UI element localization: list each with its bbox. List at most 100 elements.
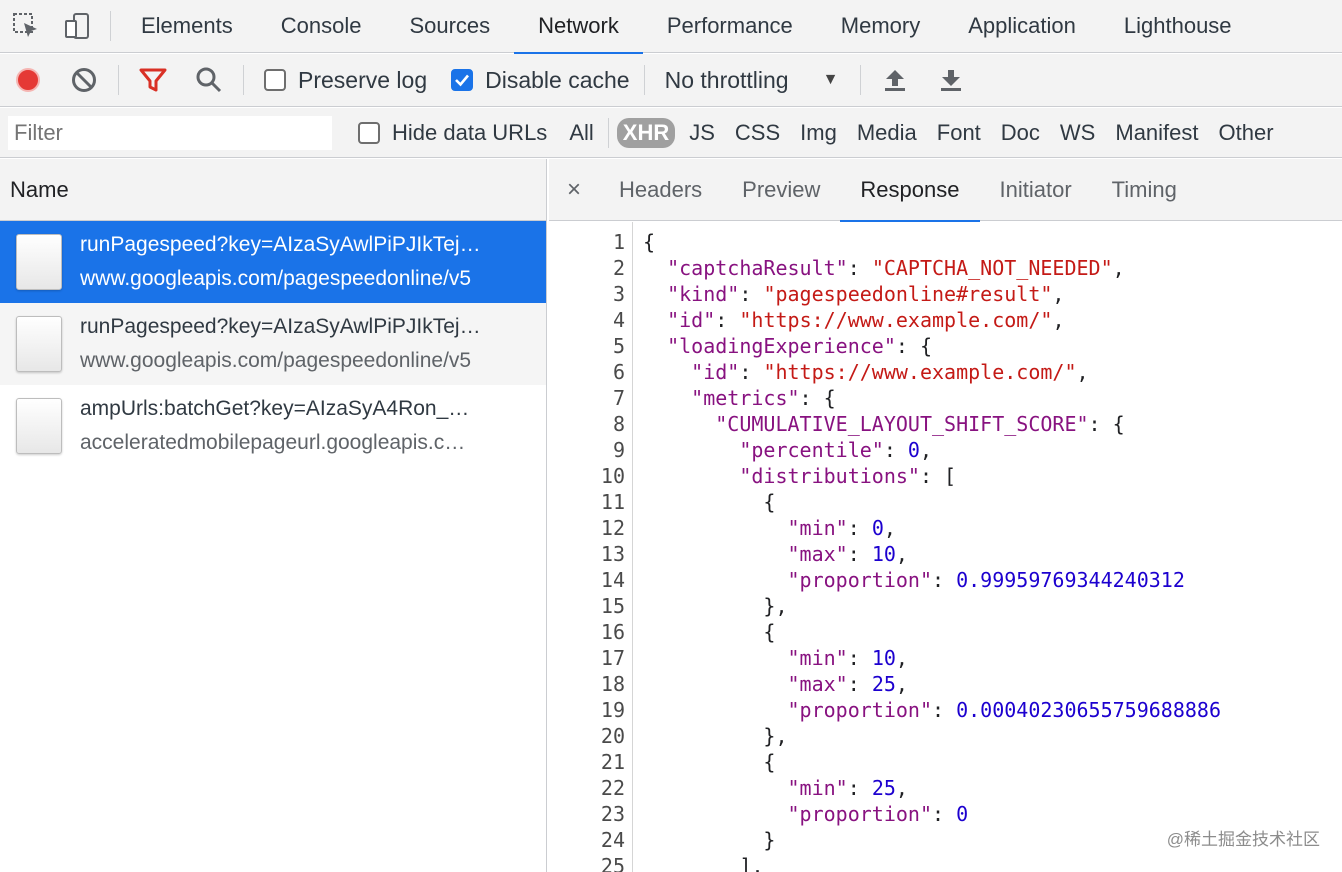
filter-type-all[interactable]: All xyxy=(563,118,599,148)
json-number: 0 xyxy=(956,802,969,826)
tab-elements[interactable]: Elements xyxy=(117,0,257,53)
detail-tab-headers[interactable]: Headers xyxy=(599,159,722,221)
code-line: 18 "max": 25, xyxy=(549,671,908,697)
search-icon[interactable] xyxy=(181,54,237,106)
json-punct xyxy=(643,776,788,800)
device-toolbar-icon[interactable] xyxy=(52,0,104,52)
code-text: "max": 25, xyxy=(643,671,908,697)
tab-memory[interactable]: Memory xyxy=(817,0,944,53)
line-number: 19 xyxy=(600,698,625,722)
detail-tab-timing[interactable]: Timing xyxy=(1092,159,1197,221)
json-number: 10 xyxy=(871,646,896,670)
tab-application[interactable]: Application xyxy=(944,0,1100,53)
code-text: "CUMULATIVE_LAYOUT_SHIFT_SCORE": { xyxy=(643,411,1124,437)
inspect-element-icon[interactable] xyxy=(0,0,52,52)
code-line: 25 ], xyxy=(549,853,764,872)
json-punct: , xyxy=(895,542,908,566)
preserve-log-checkbox[interactable]: Preserve log xyxy=(264,67,427,94)
json-key: "loadingExperience" xyxy=(667,334,896,358)
json-key: "proportion" xyxy=(787,568,933,592)
document-icon xyxy=(16,316,62,372)
hide-data-urls-checkbox[interactable]: Hide data URLs xyxy=(358,120,547,146)
line-number: 14 xyxy=(600,568,625,592)
preserve-log-box[interactable] xyxy=(264,69,286,91)
filter-type-css[interactable]: CSS xyxy=(729,118,786,148)
filter-type-manifest[interactable]: Manifest xyxy=(1109,118,1204,148)
tab-performance[interactable]: Performance xyxy=(643,0,817,53)
detail-tab-response[interactable]: Response xyxy=(840,159,980,222)
json-punct: : xyxy=(932,568,957,592)
json-punct xyxy=(643,282,667,306)
hide-data-urls-label: Hide data URLs xyxy=(392,119,548,145)
code-text: "id": "https://www.example.com/", xyxy=(643,359,1088,385)
json-punct: , xyxy=(1112,256,1125,280)
document-icon xyxy=(16,234,62,290)
tab-network[interactable]: Network xyxy=(514,0,643,54)
line-number: 9 xyxy=(612,438,625,462)
json-punct: , xyxy=(883,516,896,540)
json-punct: ], xyxy=(643,854,764,872)
json-punct: , xyxy=(895,672,908,696)
code-text: ], xyxy=(643,853,763,872)
filter-type-other[interactable]: Other xyxy=(1213,118,1280,148)
disable-cache-checkbox[interactable]: Disable cache xyxy=(451,66,630,94)
divider xyxy=(607,117,609,148)
json-key: "proportion" xyxy=(787,698,933,722)
code-line: 19 "proportion": 0.00040230655759688886 xyxy=(549,697,1221,723)
divider xyxy=(243,65,244,95)
export-har-icon[interactable] xyxy=(923,54,979,106)
filter-type-xhr[interactable]: XHR xyxy=(616,117,676,148)
code-text: { xyxy=(643,229,655,255)
request-row[interactable]: runPagespeed?key=AIzaSyAwlPiPJIkTej… www.… xyxy=(0,303,546,385)
code-text: "proportion": 0 xyxy=(643,801,969,827)
json-key: "CUMULATIVE_LAYOUT_SHIFT_SCORE" xyxy=(715,412,1089,436)
disable-cache-label: Disable cache xyxy=(485,66,630,93)
filter-input[interactable] xyxy=(8,115,332,150)
request-text: runPagespeed?key=AIzaSyAwlPiPJIkTej… www.… xyxy=(80,315,538,373)
filter-type-img[interactable]: Img xyxy=(794,118,843,148)
tab-console[interactable]: Console xyxy=(257,0,386,53)
response-viewer: 1{2 "captchaResult": "CAPTCHA_NOT_NEEDED… xyxy=(549,222,1342,872)
json-key: "distributions" xyxy=(739,464,920,488)
filter-icon[interactable] xyxy=(125,54,181,106)
json-punct: : xyxy=(847,256,872,280)
json-number: 10 xyxy=(871,542,896,566)
request-row[interactable]: ampUrls:batchGet?key=AIzaSyA4Ron_… accele… xyxy=(0,385,546,467)
json-punct xyxy=(643,802,788,826)
request-list-panel: Name runPagespeed?key=AIzaSyAwlPiPJIkTej… xyxy=(0,159,547,872)
json-key: "percentile" xyxy=(739,438,884,462)
filter-type-font[interactable]: Font xyxy=(931,118,987,148)
divider xyxy=(860,65,862,95)
import-har-icon[interactable] xyxy=(867,54,923,106)
close-icon[interactable]: × xyxy=(549,176,599,204)
json-punct xyxy=(643,646,788,670)
code-line: 11 { xyxy=(549,489,776,515)
request-row[interactable]: runPagespeed?key=AIzaSyAwlPiPJIkTej… www.… xyxy=(0,221,546,303)
filter-type-media[interactable]: Media xyxy=(851,118,923,148)
filter-type-doc[interactable]: Doc xyxy=(995,118,1046,148)
tab-lighthouse[interactable]: Lighthouse xyxy=(1100,0,1256,53)
json-punct xyxy=(643,386,691,410)
line-number: 7 xyxy=(612,386,625,410)
throttling-value: No throttling xyxy=(664,66,789,93)
json-key: "min" xyxy=(787,776,848,800)
disable-cache-box[interactable] xyxy=(451,69,474,91)
clear-button[interactable] xyxy=(56,54,112,106)
filter-type-ws[interactable]: WS xyxy=(1054,118,1101,148)
record-button[interactable] xyxy=(0,54,56,106)
throttling-select[interactable]: No throttling ▼ xyxy=(665,67,839,94)
detail-tab-initiator[interactable]: Initiator xyxy=(980,159,1092,221)
json-punct xyxy=(643,672,788,696)
json-punct xyxy=(643,412,715,436)
line-number: 2 xyxy=(612,256,625,280)
json-punct: }, xyxy=(643,724,788,748)
detail-tab-preview[interactable]: Preview xyxy=(722,159,840,221)
document-icon xyxy=(16,398,62,454)
json-punct: : xyxy=(847,776,872,800)
code-text: "proportion": 0.00040230655759688886 xyxy=(643,697,1222,723)
json-punct: : xyxy=(847,542,872,566)
hide-data-urls-box[interactable] xyxy=(358,121,380,144)
filter-type-js[interactable]: JS xyxy=(683,118,721,148)
name-column-header[interactable]: Name xyxy=(0,159,546,221)
tab-sources[interactable]: Sources xyxy=(385,0,514,53)
